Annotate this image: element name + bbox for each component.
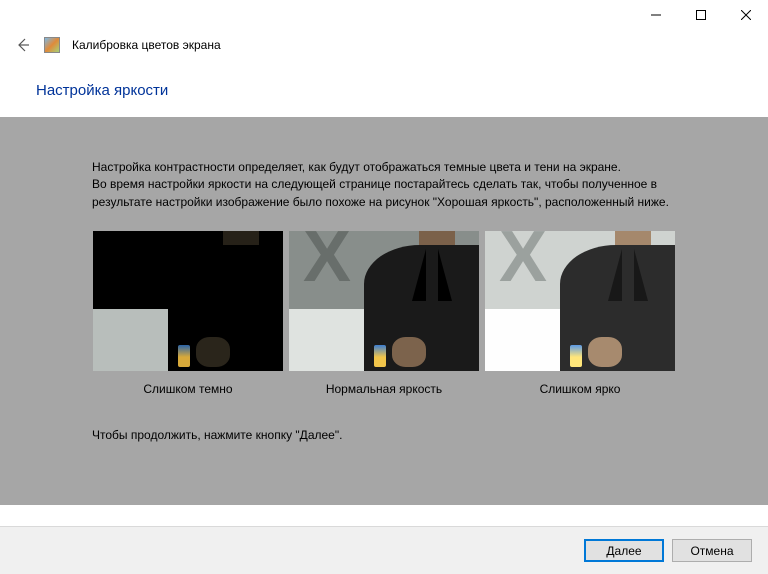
window-titlebar: [0, 0, 768, 30]
app-icon: [44, 37, 60, 53]
next-button[interactable]: Далее: [584, 539, 664, 562]
description-line-2: Во время настройки яркости на следующей …: [92, 176, 676, 211]
close-button[interactable]: [723, 0, 768, 30]
maximize-button[interactable]: [678, 0, 723, 30]
page-heading: Настройка яркости: [0, 60, 768, 117]
sample-too-dark: Слишком темно: [93, 231, 283, 398]
description-line-1: Настройка контрастности определяет, как …: [92, 159, 676, 176]
sample-image-bright: X: [485, 231, 675, 371]
sample-caption: Слишком темно: [143, 381, 232, 398]
button-row: Далее Отмена: [0, 526, 768, 574]
brightness-samples: Слишком темно X Нормальная яркость X: [12, 231, 756, 398]
sample-caption: Слишком ярко: [540, 381, 621, 398]
back-button[interactable]: [14, 36, 32, 54]
sample-caption: Нормальная яркость: [326, 381, 442, 398]
sample-image-normal: X: [289, 231, 479, 371]
cancel-button[interactable]: Отмена: [672, 539, 752, 562]
sample-image-dark: [93, 231, 283, 371]
header-bar: Калибровка цветов экрана: [0, 30, 768, 60]
continue-instruction: Чтобы продолжить, нажмите кнопку "Далее"…: [12, 427, 756, 444]
app-title: Калибровка цветов экрана: [72, 38, 221, 52]
sample-too-bright: X Слишком ярко: [485, 231, 675, 398]
content-frame: Настройка контрастности определяет, как …: [0, 117, 768, 505]
minimize-button[interactable]: [633, 0, 678, 30]
sample-normal: X Нормальная яркость: [289, 231, 479, 398]
